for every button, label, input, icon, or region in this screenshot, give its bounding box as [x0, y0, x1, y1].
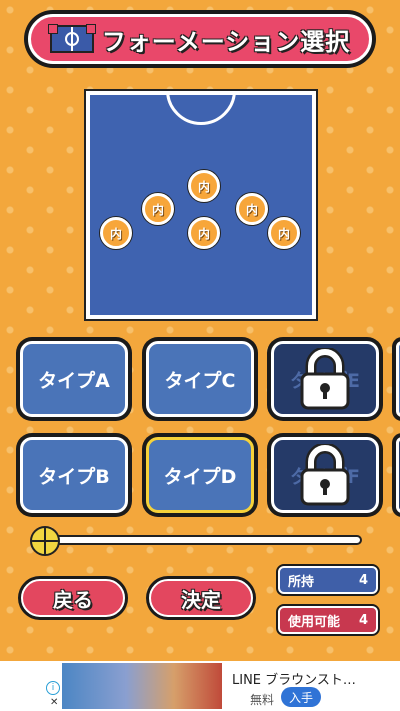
confirm-label: 決定: [149, 579, 253, 617]
player-token: 内: [268, 217, 300, 249]
type-c-label: タイプC: [146, 341, 254, 417]
player-token: 内: [236, 193, 268, 225]
player-token: 内: [188, 217, 220, 249]
ad-banner[interactable]: i ✕ LINE ブラウンスト… 無料 入手: [0, 661, 400, 711]
ball-slider-handle[interactable]: [30, 526, 60, 556]
formation-pitch: 内 内 内 内 内 内: [84, 89, 318, 321]
available-label: 使用可能: [288, 614, 341, 630]
confirm-button[interactable]: 決定: [146, 576, 256, 620]
page-title: フォーメーション選択: [101, 27, 351, 56]
lock-icon: [300, 444, 350, 506]
available-count-box: 使用可能 4: [276, 604, 380, 636]
type-f-button[interactable]: タイプF: [267, 433, 383, 517]
ad-close-icon[interactable]: ✕: [50, 697, 58, 708]
type-b-label: タイプB: [20, 437, 128, 513]
type-d-label: タイプD: [146, 437, 254, 513]
ad-image[interactable]: [62, 663, 222, 709]
scroll-slider-track[interactable]: [44, 535, 362, 545]
next-column-button[interactable]: [392, 337, 400, 421]
ad-info-icon[interactable]: i: [46, 681, 60, 695]
player-token: 内: [188, 170, 220, 202]
pitch-area: 内 内 内 内 内 内: [90, 95, 312, 315]
type-e-button[interactable]: タイプE: [267, 337, 383, 421]
type-b-button[interactable]: タイプB: [16, 433, 132, 517]
back-label: 戻る: [21, 579, 125, 617]
lock-icon: [300, 348, 350, 410]
title-banner-inner: フォーメーション選択: [28, 14, 372, 64]
owned-label: 所持: [288, 574, 315, 590]
owned-count-box: 所持 4: [276, 564, 380, 596]
ad-title: LINE ブラウンスト…: [232, 673, 356, 688]
title-banner: フォーメーション選択: [24, 10, 376, 68]
type-c-button[interactable]: タイプC: [142, 337, 258, 421]
field-icon: [47, 24, 96, 53]
ad-price: 無料: [250, 693, 275, 707]
player-token: 内: [142, 193, 174, 225]
owned-value: 4: [358, 572, 368, 588]
available-value: 4: [358, 612, 368, 628]
ad-install-button[interactable]: 入手: [281, 687, 321, 707]
type-a-label: タイプA: [20, 341, 128, 417]
player-token: 内: [100, 217, 132, 249]
back-button[interactable]: 戻る: [18, 576, 128, 620]
type-d-button[interactable]: タイプD: [142, 433, 258, 517]
goal-arc: [166, 95, 236, 125]
type-a-button[interactable]: タイプA: [16, 337, 132, 421]
next-column-button[interactable]: [392, 433, 400, 517]
